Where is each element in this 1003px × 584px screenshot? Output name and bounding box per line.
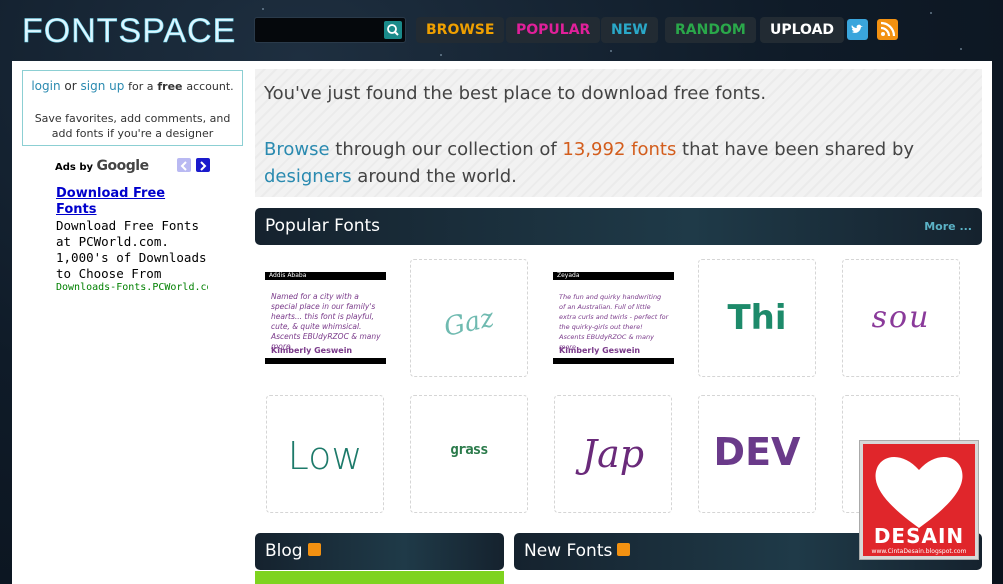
font-sample: grass (450, 442, 488, 458)
font-preview-addis-ababa[interactable]: Addis Ababa Named for a city with a spec… (265, 272, 386, 364)
account-text: account. (186, 80, 234, 93)
login-link[interactable]: login (31, 79, 60, 93)
popular-fonts-header: Popular Fonts More ... (255, 208, 982, 245)
search-button[interactable] (384, 21, 402, 39)
fontspace-logo[interactable]: FONTSPACE (22, 10, 244, 50)
search-input[interactable] (259, 21, 383, 41)
font-count-link[interactable]: 13,992 fonts (562, 139, 676, 160)
font-sample: Gaz (441, 303, 497, 343)
font-name: Zeyada (557, 272, 580, 279)
watermark-badge: DESAIN www.CintaDesain.blogspot.com (859, 440, 979, 560)
font-sample-text: Named for a city with a special place in… (271, 292, 381, 351)
new-fonts-title: New Fonts (524, 541, 631, 561)
blog-title-text[interactable]: Blog (265, 541, 303, 561)
for-a-text: for a (128, 80, 154, 93)
watermark-text: DESAIN (873, 524, 965, 548)
font-preview-low[interactable]: Low (266, 395, 384, 513)
ads-by-label: Ads by (55, 162, 94, 173)
font-sample: Thi (727, 298, 787, 338)
font-preview-sou[interactable]: sou (842, 259, 960, 377)
font-name: Addis Ababa (269, 272, 307, 279)
intro-shared: that have been shared by (676, 139, 915, 160)
or-text: or (64, 79, 77, 93)
font-sample: sou (871, 300, 931, 335)
intro-around: around the world. (351, 166, 517, 187)
rss-icon[interactable] (307, 542, 321, 556)
rss-icon[interactable] (617, 542, 631, 556)
blog-banner[interactable] (255, 571, 504, 584)
font-preview-gaz[interactable]: Gaz (410, 259, 528, 377)
font-sample-text: The fun and quirky handwriting of an Aus… (559, 293, 669, 351)
rss-icon[interactable] (877, 19, 898, 40)
font-sample: Jap (581, 432, 645, 476)
ad-next-button[interactable] (196, 158, 210, 172)
designers-link[interactable]: designers (264, 166, 352, 187)
account-box: login or sign up for a free account. Sav… (22, 70, 243, 146)
search-icon (387, 24, 399, 36)
nav-random[interactable]: RANDOM (665, 17, 756, 43)
ad-prev-button[interactable] (177, 158, 191, 172)
blog-title: Blog (265, 541, 321, 561)
search-box (254, 17, 406, 43)
ads-by-google[interactable]: Ads by Google (55, 158, 149, 174)
ad-title-link[interactable]: Download Free Fonts (56, 186, 196, 218)
popular-fonts-title: Popular Fonts (265, 216, 381, 236)
free-text: free (157, 80, 183, 93)
font-preview-jap[interactable]: Jap (554, 395, 672, 513)
ad-url-link[interactable]: Downloads-Fonts.PCWorld.com (56, 282, 208, 293)
account-line: login or sign up for a free account. (23, 79, 242, 93)
nav-upload[interactable]: UPLOAD (760, 17, 845, 43)
intro-headline: You've just found the best place to down… (264, 83, 767, 104)
font-designer: Kimberly Geswein (559, 346, 641, 355)
blog-header: Blog (255, 533, 504, 570)
new-fonts-title-text[interactable]: New Fonts (524, 541, 612, 561)
font-sample: Low (287, 434, 363, 478)
font-preview-dev[interactable]: DEV (698, 395, 816, 513)
intro-box: You've just found the best place to down… (255, 69, 982, 197)
account-description: Save favorites, add comments, and add fo… (34, 112, 231, 140)
nav-browse[interactable]: BROWSE (416, 17, 505, 43)
font-preview-grass[interactable]: grass (410, 395, 528, 513)
font-sample: DEV (713, 430, 801, 474)
nav-popular[interactable]: POPULAR (506, 17, 601, 43)
font-preview-zeyada[interactable]: Zeyada The fun and quirky handwriting of… (553, 272, 674, 364)
watermark-url: www.CintaDesain.blogspot.com (871, 548, 967, 555)
intro-through: through our collection of (329, 139, 563, 160)
signup-link[interactable]: sign up (80, 79, 124, 93)
browse-link[interactable]: Browse (264, 139, 330, 160)
popular-more-link[interactable]: More ... (924, 220, 972, 233)
font-preview-thi[interactable]: Thi (698, 259, 816, 377)
twitter-icon[interactable] (847, 19, 868, 40)
google-logo: Google (96, 158, 150, 174)
chevron-left-icon (180, 161, 187, 171)
nav-new[interactable]: NEW (601, 17, 658, 43)
chevron-right-icon (200, 161, 207, 171)
font-designer: Kimberly Geswein (271, 346, 353, 355)
intro-text: Browse through our collection of 13,992 … (264, 136, 964, 190)
ad-text: Download Free Fonts at PCWorld.com. 1,00… (56, 218, 207, 281)
logo-text: FONTSPACE (22, 12, 236, 50)
